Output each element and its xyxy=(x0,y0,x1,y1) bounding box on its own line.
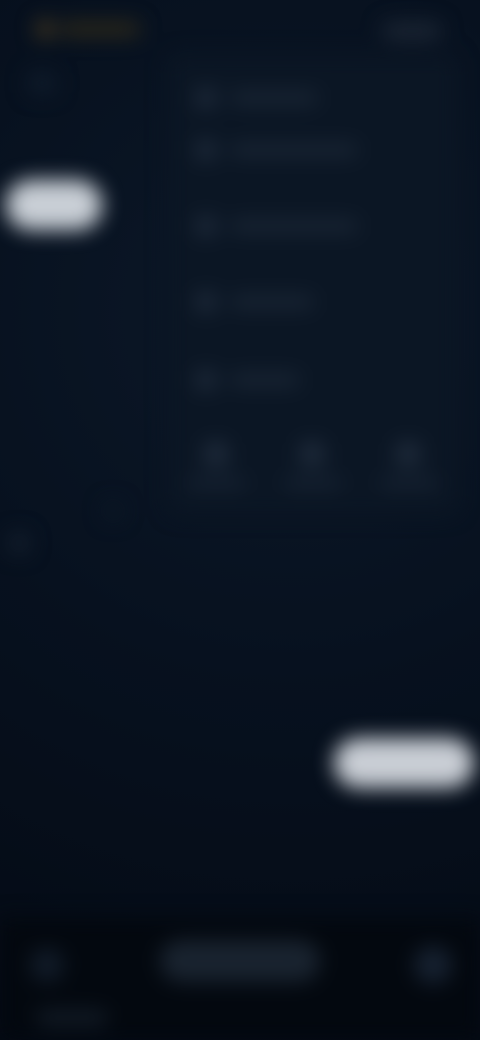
hamburger-menu-icon[interactable] xyxy=(28,72,56,94)
menu-item-icon xyxy=(196,370,216,390)
small-round-icon xyxy=(104,502,122,520)
action-label xyxy=(284,478,342,488)
light-pill-button[interactable] xyxy=(6,180,102,230)
light-pill-button[interactable] xyxy=(334,738,474,788)
menu-item-label xyxy=(230,296,314,308)
action-label xyxy=(188,478,246,488)
header-pill-button[interactable] xyxy=(382,22,442,40)
logo-wordmark xyxy=(60,22,140,36)
bottom-pill-button[interactable] xyxy=(160,940,320,982)
action-icon xyxy=(204,442,228,466)
bottom-label-pill xyxy=(36,1010,108,1026)
small-round-icon xyxy=(8,532,30,554)
menu-item-label xyxy=(230,92,318,104)
menu-item-icon xyxy=(196,88,216,108)
blurred-app-screen xyxy=(0,0,480,1040)
action-icon xyxy=(396,442,420,466)
menu-item-icon xyxy=(196,140,216,160)
menu-item-icon xyxy=(196,216,216,236)
action-icon xyxy=(300,442,324,466)
dropdown-menu-panel xyxy=(168,54,458,514)
action-label xyxy=(380,478,438,488)
logo-icon xyxy=(36,20,54,38)
menu-item-label xyxy=(230,220,358,232)
menu-item-label xyxy=(230,374,300,386)
blurred-content xyxy=(0,0,480,1040)
round-icon[interactable] xyxy=(30,948,64,982)
round-icon[interactable] xyxy=(414,946,452,984)
menu-item-icon xyxy=(196,292,216,312)
menu-item-label xyxy=(230,144,358,156)
